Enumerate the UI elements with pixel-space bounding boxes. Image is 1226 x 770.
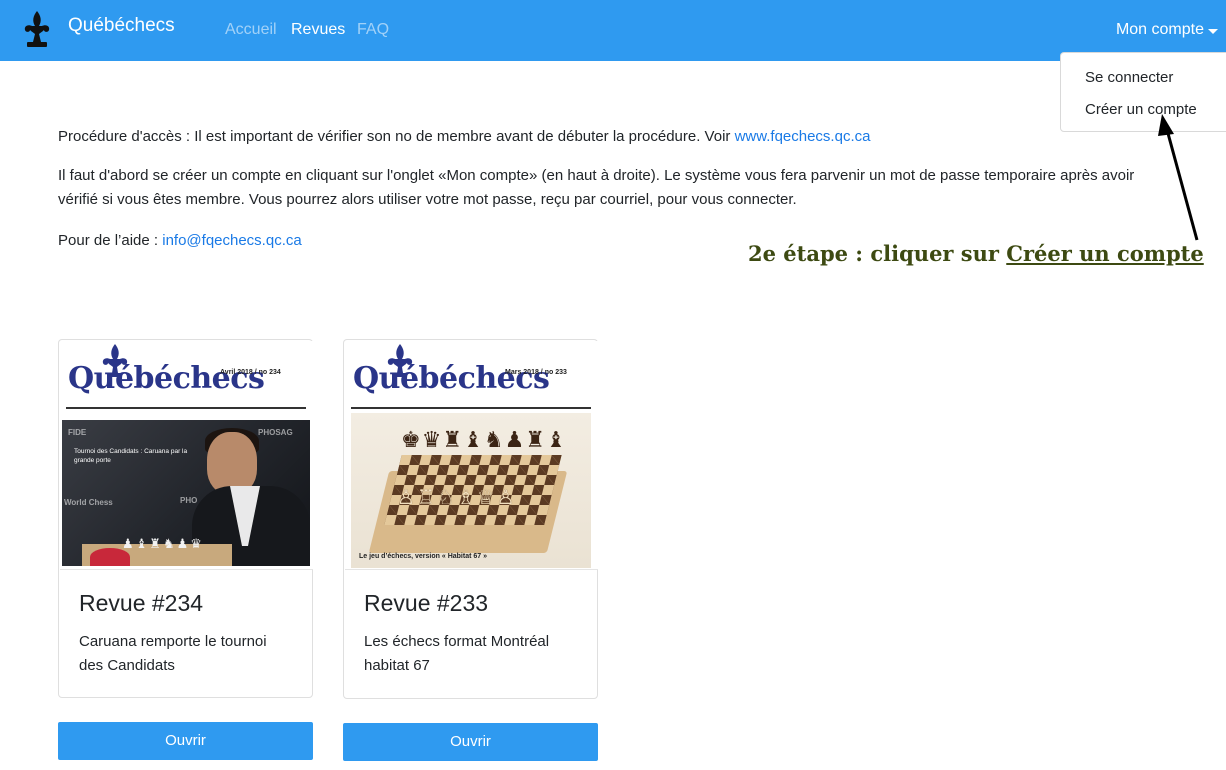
dropdown-item-se-connecter[interactable]: Se connecter — [1085, 69, 1173, 86]
revue-cover-233[interactable]: Québéchecs Mars 2018 / no 233 ♚♛♜♝♞♟♜♝ ♙… — [345, 341, 598, 570]
revue-card-233: Québéchecs Mars 2018 / no 233 ♚♛♜♝♞♟♜♝ ♙… — [343, 339, 598, 699]
cover-issue-label: Mars 2018 / no 233 — [505, 369, 567, 376]
chess-pieces-icon: ♙♖♘♗♕♙ — [397, 487, 517, 509]
cover-caption: Tournoi des Candidats : Caruana par la g… — [74, 448, 188, 464]
player-figure — [207, 432, 257, 494]
fqechecs-website-link[interactable]: www.fqechecs.qc.ca — [735, 128, 871, 145]
nav-link-revues[interactable]: Revues — [291, 21, 345, 39]
access-procedure-text: Procédure d'accès : Il est important de … — [58, 125, 1178, 149]
top-navbar: Québéchecs Accueil Revues FAQ Mon compte — [0, 0, 1226, 61]
account-menu-toggle[interactable]: Mon compte — [1116, 21, 1218, 39]
cover-caption: Le jeu d’échecs, version « Habitat 67 » — [359, 553, 487, 560]
cover-sponsor-text: PHO — [180, 496, 198, 505]
cover-sponsor-text: FIDE — [68, 428, 87, 437]
chess-fleur-logo-icon[interactable] — [20, 9, 54, 49]
cover-magazine-title: Québéchecs — [68, 361, 265, 396]
caret-down-icon — [1208, 28, 1218, 34]
revue-card-234: Québéchecs Avril 2018 / no 234 FIDE PHOS… — [58, 339, 313, 698]
cover-sponsor-text: World Chess — [64, 498, 113, 507]
account-instructions-text: Il faut d'abord se créer un compte en cl… — [58, 167, 1135, 208]
cover-divider — [66, 407, 306, 409]
brand-name[interactable]: Québéchecs — [68, 15, 175, 37]
annotation-step-2: 2e étape : cliquer sur Créer un compte — [748, 241, 1204, 266]
cover-photo-caruana: FIDE PHOSAG World Chess PHO ♟♝♜♞♟♛ Tourn… — [62, 420, 310, 566]
cover-divider — [351, 407, 591, 409]
cover-sponsor-text: PHOSAG — [258, 428, 293, 437]
nav-link-accueil[interactable]: Accueil — [225, 21, 277, 39]
nav-link-faq[interactable]: FAQ — [357, 21, 389, 39]
open-revue-233-button[interactable]: Ouvrir — [343, 723, 598, 761]
help-text-label: Pour de l’aide : — [58, 232, 163, 249]
help-email-link[interactable]: info@fqechecs.qc.ca — [162, 232, 301, 249]
cover-issue-label: Avril 2018 / no 234 — [220, 369, 281, 376]
revue-title: Revue #234 — [79, 590, 204, 616]
account-menu-label: Mon compte — [1115, 21, 1204, 38]
access-procedure-text-body: Procédure d'accès : Il est important de … — [58, 128, 735, 145]
annotation-arrow-icon — [1158, 114, 1199, 241]
chess-pieces-icon: ♟♝♜♞♟♛ — [122, 536, 204, 551]
cover-photo-habitat67-chessboard: ♚♛♜♝♞♟♜♝ ♙♖♘♗♕♙ Le jeu d’échecs, version… — [351, 413, 591, 568]
annotation-prefix: 2e étape : cliquer sur — [748, 241, 1007, 266]
revue-description: Caruana remporte le tournoi des Candidat… — [79, 633, 267, 674]
revue-title: Revue #233 — [364, 590, 489, 616]
chess-pieces-icon: ♚♛♜♝♞♟♜♝ — [401, 427, 567, 452]
revue-description: Les échecs format Montréal habitat 67 — [364, 633, 550, 674]
open-revue-234-button[interactable]: Ouvrir — [58, 722, 313, 760]
revue-cover-234[interactable]: Québéchecs Avril 2018 / no 234 FIDE PHOS… — [60, 341, 313, 570]
cover-magazine-title: Québéchecs — [353, 361, 550, 396]
annotation-target: Créer un compte — [1006, 241, 1204, 266]
